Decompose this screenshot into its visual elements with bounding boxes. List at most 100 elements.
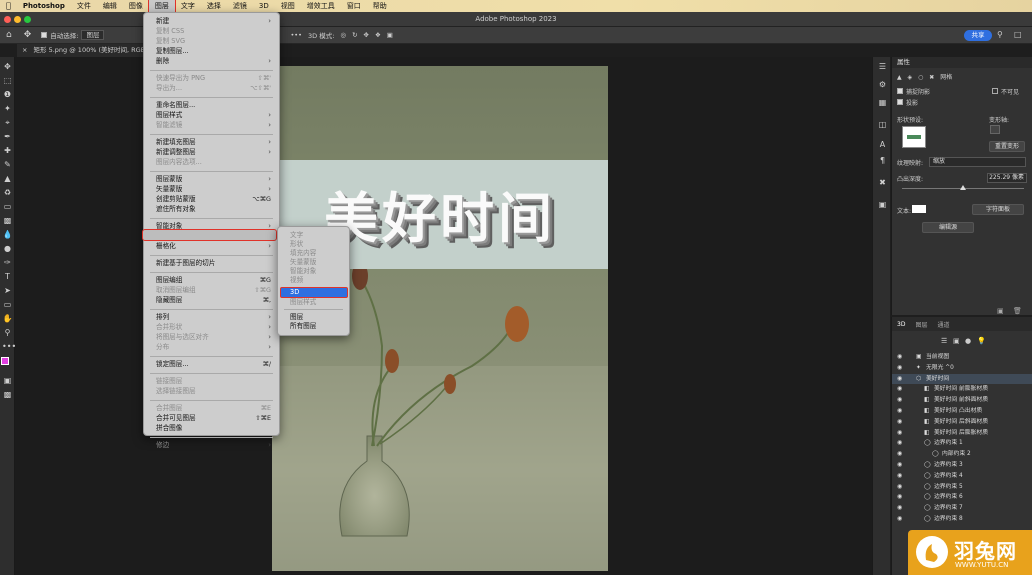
character-panel-button[interactable]: 字符面板 [972,204,1024,215]
menu-image[interactable]: 图像 [123,0,149,12]
eyedropper-tool[interactable]: ✒ [2,131,13,142]
extrusion-depth-input[interactable]: 225.29 像素 [987,173,1027,183]
zoom-tool[interactable]: ⚲ [2,327,13,338]
screen-mode-icon[interactable]: ▩ [2,389,13,400]
blur-tool[interactable]: 💧 [2,229,13,240]
layer-menu-item[interactable]: 矢量蒙版 [156,185,182,194]
layer-menu-item[interactable]: 锁定图层... [156,360,189,369]
text-color-swatch[interactable] [912,205,926,213]
layer-menu-item[interactable]: 遮住所有对象 [156,205,196,214]
scene-tree-row[interactable]: ◉ ◯ 边界约束 8 [892,514,1032,525]
dodge-tool[interactable]: ● [2,243,13,254]
minimize-window-button[interactable] [14,16,21,23]
orbit-3d-icon[interactable]: ◎ [340,31,346,39]
layer-comps-icon[interactable]: ◫ [877,119,888,130]
visibility-eye-icon[interactable]: ◉ [897,428,902,439]
layer-menu-item[interactable]: 重命名图层... [156,101,195,110]
scene-tree-row[interactable]: ◉ ◧ 美好时间 凸出材质 [892,406,1032,417]
invisible-checkbox[interactable] [992,88,998,94]
roll-3d-icon[interactable]: ↻ [352,31,357,39]
visibility-eye-icon[interactable]: ◉ [897,460,902,471]
layer-menu-item[interactable]: 图层样式 [156,111,182,120]
scene-tree-row[interactable]: ◉ ◯ 边界约束 6 [892,492,1032,503]
paragraph-icon[interactable]: ¶ [877,155,888,166]
layer-menu-item[interactable]: 排列 [156,313,169,322]
layer-menu-item[interactable]: 创建剪贴蒙版 [156,195,196,204]
history-brush-tool[interactable]: ♻ [2,187,13,198]
layer-menu-item[interactable]: 新建基于图层的切片 [156,259,215,268]
extrusion-depth-slider-thumb[interactable] [960,185,966,190]
visibility-eye-icon[interactable]: ◉ [897,384,902,395]
close-window-button[interactable] [4,16,11,23]
light-filter-icon[interactable]: 💡 [977,337,986,345]
close-tab-icon[interactable]: × [22,46,27,54]
move-tool[interactable]: ✥ [2,61,13,72]
workspace-icon[interactable]: □ [1014,30,1022,39]
brush-tool[interactable]: ✎ [2,159,13,170]
type-tool[interactable]: T [2,271,13,282]
visibility-eye-icon[interactable]: ◉ [897,438,902,449]
layer-menu-item[interactable]: 合并可见图层 [156,414,196,423]
layer-menu-item[interactable]: 新建调整图层 [156,148,196,157]
tab-channels[interactable]: 通道 [932,320,954,329]
scene-tree-row[interactable]: ◉ ◯ 边界约束 4 [892,471,1032,482]
scene-tree-row[interactable]: ◉ ✦ 无限光 ^0 [892,363,1032,374]
magic-wand-tool[interactable]: ✦ [2,103,13,114]
stamp-tool[interactable]: ▲ [2,173,13,184]
apple-icon[interactable]:  [0,0,17,12]
rasterize-3d-item[interactable]: 3D [280,287,348,298]
coordinates-icon[interactable]: ✖ [929,74,934,81]
menu-help[interactable]: 帮助 [367,0,393,12]
scene-tree-row[interactable]: ◉ ◯ 边界约束 7 [892,503,1032,514]
visibility-eye-icon[interactable]: ◉ [897,492,902,503]
scene-filter-icon[interactable]: ☰ [941,337,947,345]
menu-edit[interactable]: 编辑 [97,0,123,12]
search-icon[interactable]: ⚲ [997,30,1003,39]
properties-icon[interactable]: ⚙ [877,79,888,90]
libraries-icon[interactable]: ▦ [877,97,888,108]
menu-app[interactable]: Photoshop [17,0,71,12]
visibility-eye-icon[interactable]: ◉ [897,503,902,514]
layer-menu-item[interactable]: 图层编组 [156,276,182,285]
slide-3d-icon[interactable]: ❖ [375,31,381,39]
scene-tree-row[interactable]: ◉ ◧ 美好时间 前斜面材质 [892,395,1032,406]
deform-axis-widget[interactable] [990,125,1000,134]
scene-tree-row[interactable]: ◉ ◯ 边界约束 5 [892,482,1032,493]
rasterize-highlight[interactable] [142,229,277,241]
document-tab[interactable]: × 矩形 5.png @ 100% (美好时间, RGB/8 [17,44,145,57]
scene-tree-row[interactable]: ◉ ◧ 美好时间 后膨胀材质 [892,428,1032,439]
reset-deform-button[interactable]: 重置变形 [989,141,1025,152]
scene-tree-row[interactable]: ◉ ▣ 当前视图 [892,352,1032,363]
visibility-eye-icon[interactable]: ◉ [897,417,902,428]
eraser-tool[interactable]: ▭ [2,201,13,212]
visibility-eye-icon[interactable]: ◉ [897,406,902,417]
edit-source-button[interactable]: 编辑源 [922,222,974,233]
marquee-tool[interactable]: ⬚ [2,75,13,86]
more-options-icon[interactable]: ••• [290,31,302,39]
layer-menu-item[interactable]: 删除 [156,57,169,66]
mesh-icon[interactable]: ▲ [897,74,902,81]
home-icon[interactable]: ⌂ [6,30,12,40]
visibility-eye-icon[interactable]: ◉ [897,514,902,525]
render-icon[interactable]: ▣ [997,307,1004,315]
rasterize-submenu-item[interactable]: 所有图层 [290,322,316,331]
deform-icon[interactable]: ◈ [908,74,913,81]
visibility-eye-icon[interactable]: ◉ [897,395,902,406]
layer-menu-item[interactable]: 新建 [156,17,169,26]
layer-menu-item[interactable]: 拼合图像 [156,424,182,433]
pen-tool[interactable]: ✑ [2,257,13,268]
tab-layers[interactable]: 图层 [910,320,932,329]
rectangle-tool[interactable]: ▭ [2,299,13,310]
menu-select[interactable]: 选择 [201,0,227,12]
lasso-tool[interactable]: ❶ [2,89,13,100]
scene-tree-row[interactable]: ◉ ◯ 边界约束 3 [892,460,1032,471]
shape-preset-thumbnail[interactable] [902,126,926,148]
menu-filter[interactable]: 滤镜 [227,0,253,12]
cast-shadow-checkbox[interactable] [897,99,903,105]
tab-3d[interactable]: 3D [892,321,910,328]
scene-tree-row[interactable]: ◉ ◧ 美好时间 前膨胀材质 [892,384,1032,395]
pan-3d-icon[interactable]: ✥ [364,31,369,39]
visibility-eye-icon[interactable]: ◉ [897,374,902,385]
crop-tool[interactable]: ⌖ [2,117,13,128]
menu-file[interactable]: 文件 [71,0,97,12]
